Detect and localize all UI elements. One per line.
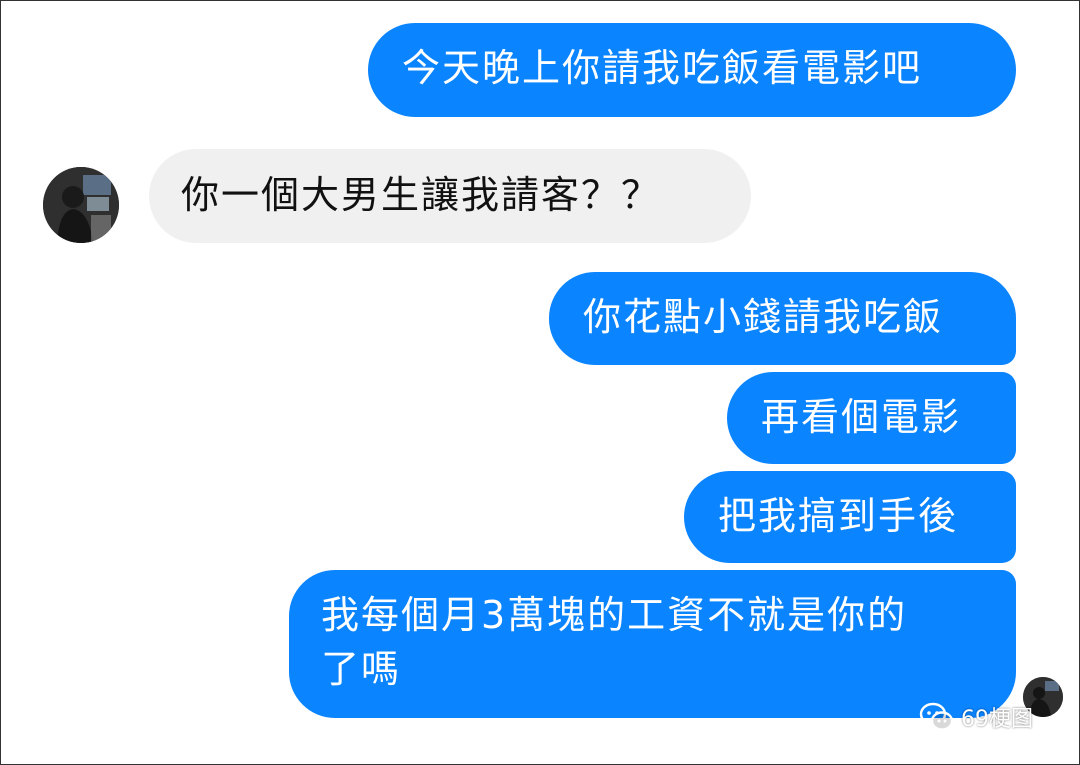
message-text-line-2: 了嗎 bbox=[321, 647, 402, 691]
outgoing-message: 今天晚上你請我吃飯看電影吧 bbox=[368, 23, 1016, 117]
contact-avatar[interactable] bbox=[43, 167, 119, 243]
outgoing-message: 再看個電影 bbox=[727, 372, 1016, 464]
message-text-line-1: 我每個月3萬塊的工資不就是你的 bbox=[321, 593, 908, 637]
incoming-message: 你一個大男生讓我請客？？ bbox=[149, 149, 751, 243]
message-text: 今天晚上你請我吃飯看電影吧 bbox=[402, 46, 923, 90]
outgoing-message: 你花點小錢請我吃飯 bbox=[549, 272, 1016, 365]
outgoing-message: 把我搞到手後 bbox=[684, 471, 1016, 563]
message-text: 再看個電影 bbox=[761, 395, 962, 439]
message-text: 你一個大男生讓我請客？？ bbox=[181, 173, 662, 217]
chat-screenshot: 今天晚上你請我吃飯看電影吧 你一個大男生讓我請客？？ 你花點小錢請我吃飯 再看個… bbox=[0, 0, 1080, 765]
outgoing-message: 我每個月3萬塊的工資不就是你的 了嗎 bbox=[289, 570, 1016, 718]
message-text: 你花點小錢請我吃飯 bbox=[583, 295, 944, 339]
watermark: 69梗图 bbox=[919, 701, 1033, 733]
watermark-text: 69梗图 bbox=[961, 707, 1033, 732]
wechat-icon bbox=[919, 702, 954, 731]
avatar-image bbox=[43, 167, 119, 243]
message-text: 把我搞到手後 bbox=[718, 494, 959, 538]
